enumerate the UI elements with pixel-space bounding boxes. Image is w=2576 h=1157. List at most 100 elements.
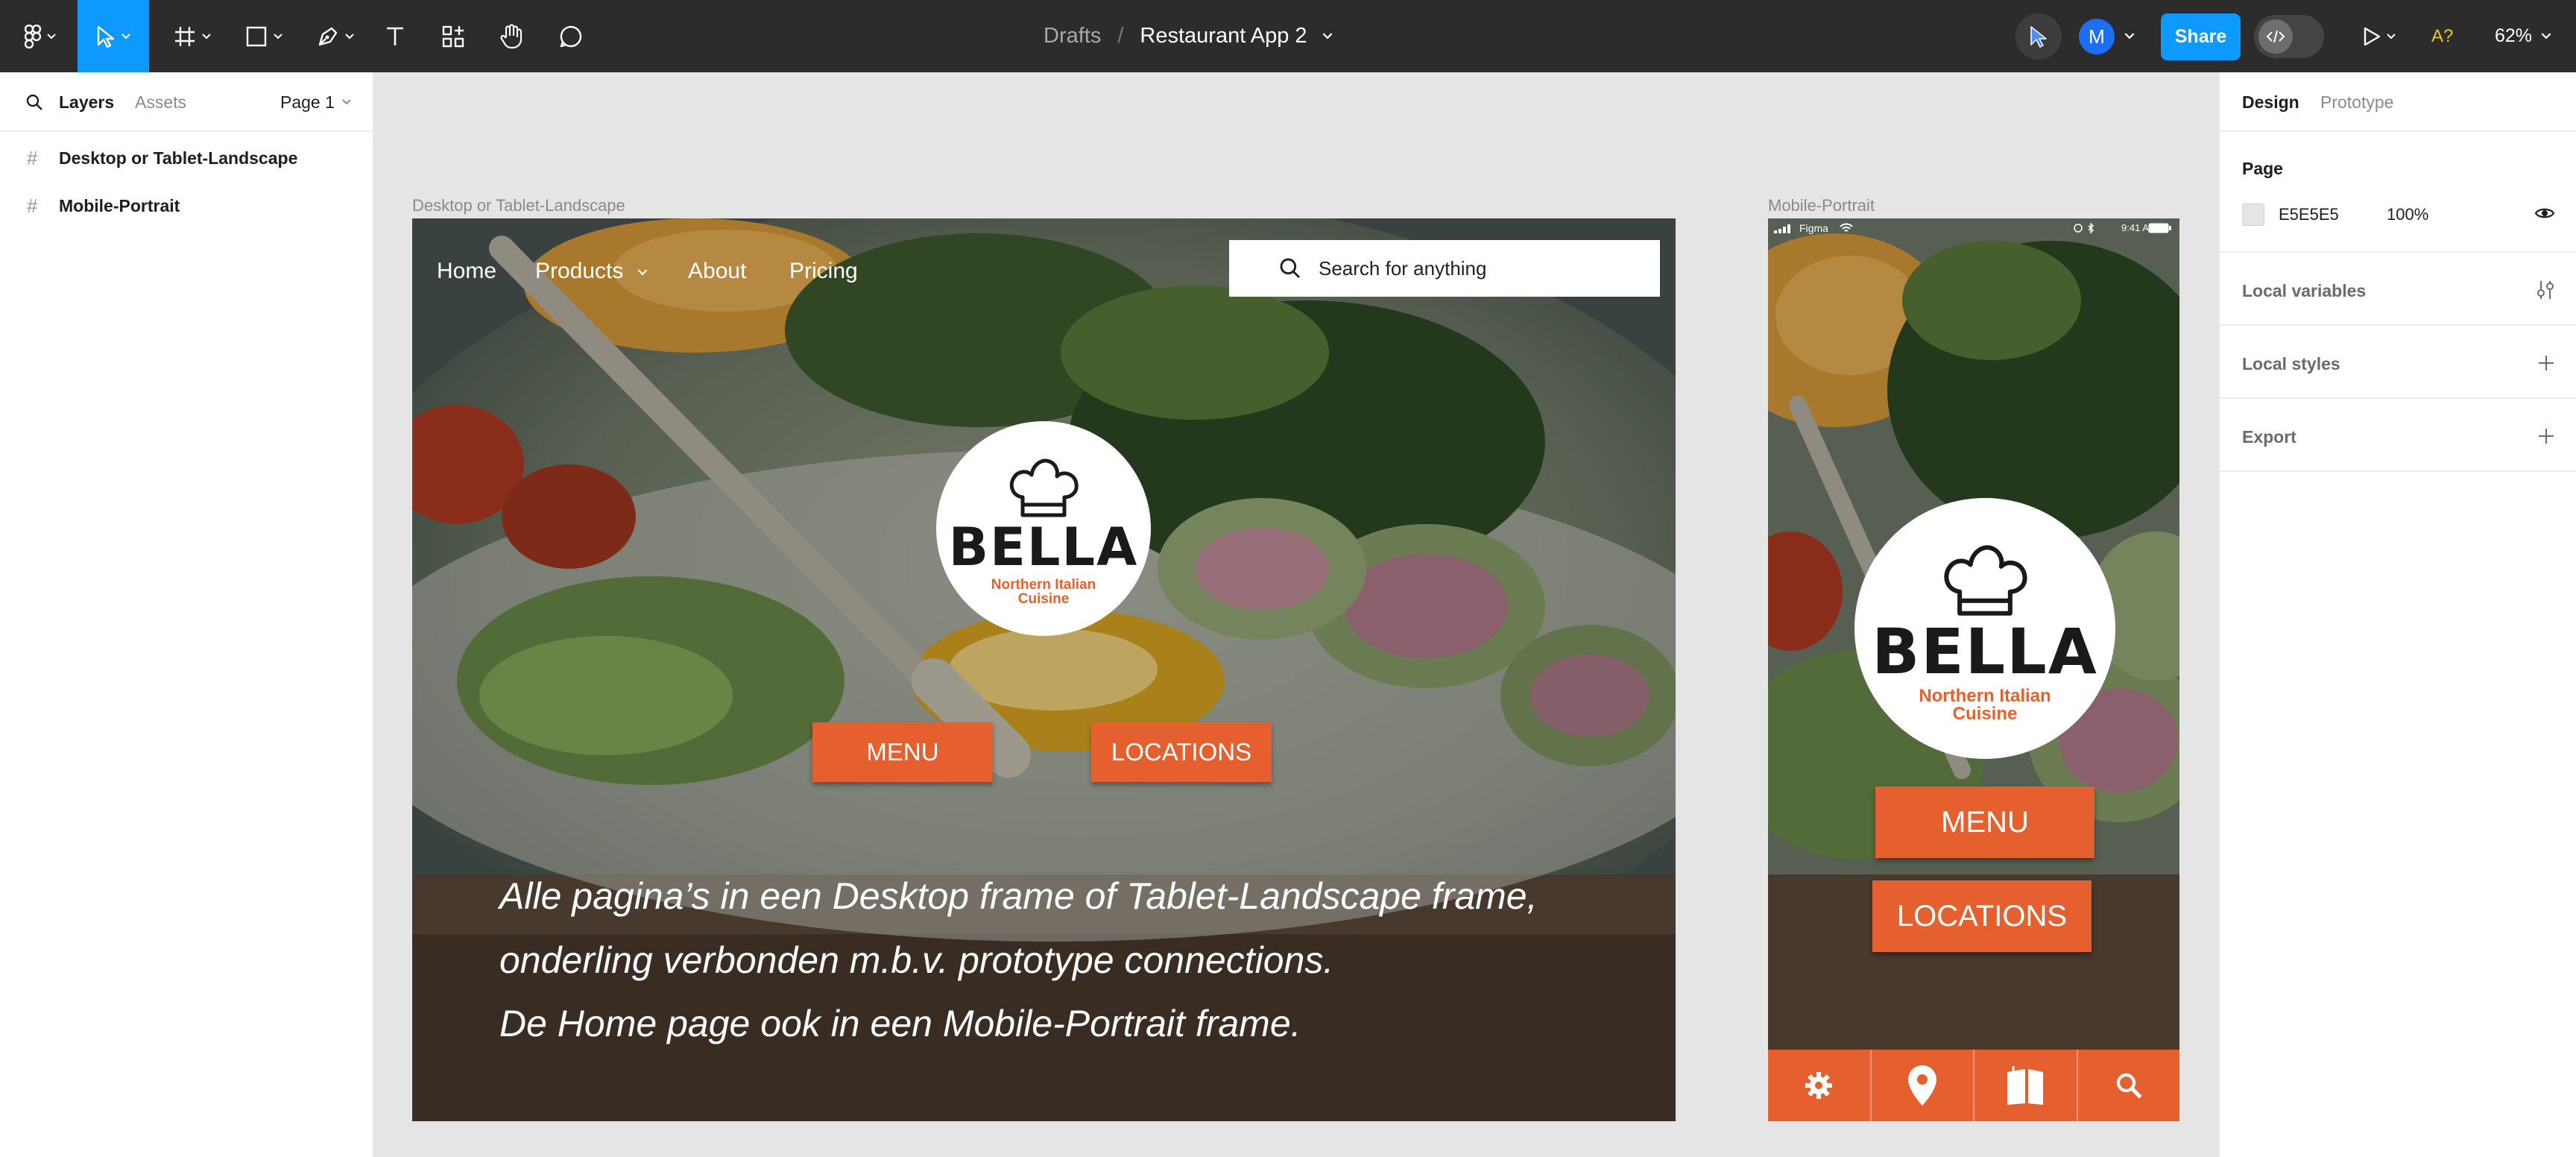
hand-tool-button[interactable]	[493, 0, 529, 72]
chevron-down-icon	[342, 99, 351, 105]
document-title-bar: Drafts / Restaurant App 2	[1044, 0, 1333, 72]
text-tool-icon	[387, 27, 403, 45]
comment-icon	[560, 25, 582, 47]
page-color-swatch[interactable]	[2242, 204, 2264, 226]
search-icon	[1280, 258, 1301, 279]
local-variables-section: Local variables	[2220, 254, 2576, 326]
avatar[interactable]: M	[2079, 19, 2115, 54]
document-name[interactable]: Restaurant App 2	[1140, 24, 1307, 48]
locations-button[interactable]: LOCATIONS	[1872, 880, 2092, 952]
export-section: Export	[2220, 400, 2576, 472]
page-opacity-value[interactable]: 100%	[2387, 205, 2428, 224]
menu-button[interactable]: MENU	[1875, 786, 2094, 858]
mobile-frame-label[interactable]: Mobile-Portrait	[1768, 196, 1875, 215]
tab-layers[interactable]: Layers	[59, 72, 114, 132]
design-panel: Design Prototype Page E5E5E5 100% Local …	[2218, 72, 2576, 1157]
add-export-button[interactable]	[2537, 427, 2555, 445]
zoom-control[interactable]: 62%	[2495, 0, 2551, 72]
ai-indicator[interactable]: A?	[2431, 0, 2453, 72]
visibility-toggle[interactable]	[2534, 207, 2555, 220]
text-tool-button[interactable]	[377, 0, 413, 72]
add-style-button[interactable]	[2537, 354, 2555, 372]
bella-logo: BELLA Northern Italian Cuisine	[936, 421, 1151, 636]
nav-pricing[interactable]: Pricing	[789, 259, 858, 284]
export-title: Export	[2242, 427, 2296, 447]
right-panel-tabs: Design Prototype	[2220, 72, 2576, 132]
logo-subtitle-line1: Northern Italian	[1919, 686, 2051, 706]
toolbar: Drafts / Restaurant App 2 M Share A? 62%	[0, 0, 2576, 72]
description-line: onderling verbonden m.b.v. prototype con…	[499, 939, 1334, 981]
description-line: Alle pagina’s in een Desktop frame of Ta…	[499, 875, 1538, 917]
logo-subtitle-line2: Cuisine	[1017, 591, 1070, 607]
mobile-bottom-nav	[1768, 1050, 2179, 1121]
layer-label: Mobile-Portrait	[59, 195, 180, 215]
logo-subtitle-line1: Northern Italian	[991, 577, 1096, 593]
multiplayer-cursor-button[interactable]	[2015, 0, 2062, 72]
layer-row[interactable]: # Desktop or Tablet-Landscape	[0, 135, 373, 181]
figma-menu-button[interactable]	[16, 0, 64, 72]
resources-icon	[442, 25, 464, 47]
move-tool-button[interactable]	[78, 0, 149, 72]
frame-tool-button[interactable]	[165, 0, 219, 72]
page-selector[interactable]: Page 1	[280, 72, 351, 132]
nav-about[interactable]: About	[688, 259, 746, 284]
local-variables-button[interactable]	[2536, 280, 2555, 300]
frame-icon: #	[27, 146, 38, 169]
resources-button[interactable]	[435, 0, 471, 72]
breadcrumb-separator: /	[1117, 24, 1124, 48]
drafts-breadcrumb[interactable]: Drafts	[1044, 24, 1101, 48]
shape-tool-button[interactable]	[237, 0, 291, 72]
multiplayer-cursor-icon	[2030, 25, 2047, 48]
tab-prototype[interactable]: Prototype	[2320, 72, 2393, 132]
chef-hat-icon	[1944, 545, 2027, 616]
signal-icon	[1774, 224, 1790, 233]
chef-hat-icon	[1009, 458, 1079, 517]
page-section-title: Page	[2242, 159, 2283, 178]
pen-tool-button[interactable]	[309, 0, 362, 72]
zoom-level: 62%	[2495, 25, 2533, 46]
chevron-down-icon[interactable]	[1322, 33, 1333, 40]
chevron-down-icon	[2541, 33, 2551, 40]
pen-tool-icon	[318, 27, 338, 45]
page-selector-label: Page 1	[280, 92, 335, 112]
bottom-nav-location[interactable]	[1872, 1050, 1974, 1121]
search-input[interactable]: Search for anything	[1229, 240, 1660, 297]
logo-wordmark: BELLA	[948, 517, 1139, 578]
nav-home[interactable]: Home	[437, 259, 496, 284]
locations-button[interactable]: LOCATIONS	[1091, 722, 1272, 782]
share-button[interactable]: Share	[2161, 13, 2241, 60]
comment-tool-button[interactable]	[553, 0, 589, 72]
search-icon[interactable]	[25, 93, 43, 111]
desktop-frame-label[interactable]: Desktop or Tablet-Landscape	[412, 196, 625, 215]
menu-button[interactable]: MENU	[812, 722, 993, 782]
plus-icon	[2539, 429, 2554, 444]
bottom-nav-menu[interactable]	[1974, 1050, 2078, 1121]
menu-book-icon	[2007, 1066, 2044, 1105]
shape-tool-icon	[246, 26, 267, 46]
mobile-frame[interactable]: Figma 9:41 AM BELLA Northern Italian Cui…	[1768, 218, 2179, 1121]
chevron-down-icon[interactable]	[2124, 33, 2135, 40]
layer-row[interactable]: # Mobile-Portrait	[0, 183, 373, 229]
dev-mode-toggle[interactable]	[2254, 15, 2324, 58]
page-color-value[interactable]: E5E5E5	[2279, 205, 2339, 224]
desktop-nav: Home Products About Pricing	[412, 245, 934, 297]
search-placeholder: Search for anything	[1319, 256, 1487, 280]
local-styles-title: Local styles	[2242, 354, 2340, 373]
bottom-nav-settings[interactable]	[1768, 1050, 1872, 1121]
layer-label: Desktop or Tablet-Landscape	[59, 148, 298, 168]
description-line: De Home page ook in een Mobile-Portrait …	[499, 1003, 1301, 1044]
logo-subtitle-line2: Cuisine	[1952, 704, 2018, 724]
bottom-nav-search[interactable]	[2078, 1050, 2180, 1121]
frame-icon: #	[27, 194, 38, 217]
present-button[interactable]	[2355, 0, 2403, 72]
tab-design[interactable]: Design	[2242, 72, 2299, 132]
nav-products[interactable]: Products	[535, 259, 648, 284]
logo-wordmark: BELLA	[1872, 615, 2098, 688]
chevron-down-icon	[274, 33, 282, 39]
chevron-down-icon	[202, 33, 211, 39]
tab-assets[interactable]: Assets	[135, 72, 186, 132]
local-variables-title: Local variables	[2242, 281, 2367, 300]
local-styles-section: Local styles	[2220, 327, 2576, 399]
chevron-down-icon	[121, 33, 130, 39]
desktop-frame[interactable]: Home Products About Pricing Search for a…	[412, 218, 1676, 1121]
